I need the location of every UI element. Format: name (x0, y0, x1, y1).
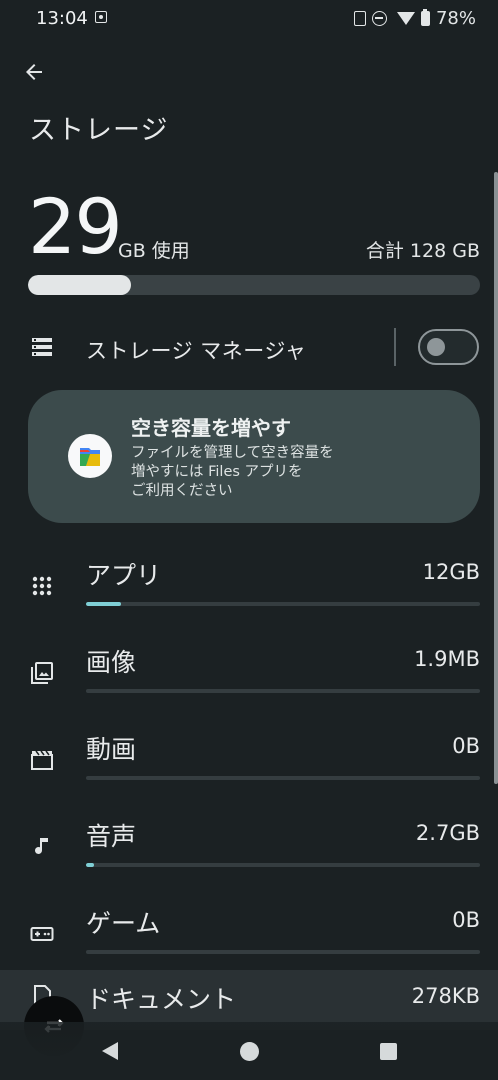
category-row-games[interactable]: ゲーム 0B (0, 894, 498, 981)
category-row-images[interactable]: 画像 1.9MB (0, 633, 498, 720)
category-value: 12GB (422, 560, 480, 584)
music-note-icon (35, 838, 48, 854)
category-value: 1.9MB (414, 647, 480, 671)
category-bar (86, 602, 480, 606)
category-bar (86, 776, 480, 780)
category-bar (86, 950, 480, 954)
free-up-space-description: ファイルを管理して空き容量を 増やすには Files アプリを ご利用ください (131, 445, 334, 499)
storage-manager-label[interactable]: ストレージ マネージャ (86, 335, 306, 365)
category-label: ドキュメント (86, 985, 237, 1014)
storage-usage-bar (28, 275, 480, 295)
category-bar (86, 689, 480, 693)
nav-back-icon[interactable] (102, 1042, 118, 1060)
battery-percent: 78% (435, 8, 476, 29)
divider (394, 328, 396, 366)
gamepad-icon (30, 927, 54, 941)
category-row-audio[interactable]: 音声 2.7GB (0, 807, 498, 894)
category-label: 動画 (86, 735, 137, 764)
category-label: ゲーム (86, 909, 161, 938)
category-bar-fill (86, 863, 94, 867)
battery-icon (420, 9, 430, 26)
category-label: アプリ (86, 561, 162, 590)
nav-recents-icon[interactable] (380, 1043, 397, 1060)
files-by-google-logo (68, 434, 112, 478)
status-time: 13:04 (36, 8, 88, 29)
status-icons: 78% (353, 8, 476, 29)
category-label: 音声 (86, 822, 137, 851)
storage-usage-fill (28, 275, 131, 295)
do-not-disturb-icon (371, 11, 387, 26)
image-icon (31, 662, 53, 684)
free-up-space-card[interactable]: 空き容量を増やす ファイルを管理して空き容量を 増やすには Files アプリを… (28, 390, 480, 523)
video-icon (31, 750, 53, 770)
status-bar: 13:04 78% (0, 0, 498, 38)
free-up-space-title: 空き容量を増やす (131, 416, 291, 440)
category-value: 0B (452, 734, 480, 758)
storage-list-icon (31, 336, 53, 358)
category-value: 2.7GB (415, 821, 480, 845)
arrow-back-icon (26, 64, 42, 80)
category-bar (86, 863, 480, 867)
used-storage-unit: GB 使用 (118, 240, 190, 262)
back-button[interactable] (22, 60, 46, 84)
total-storage-label: 合計 128 GB (365, 240, 480, 262)
toggle-knob (427, 338, 445, 356)
nav-home-icon[interactable] (240, 1042, 259, 1061)
category-row-videos[interactable]: 動画 0B (0, 720, 498, 807)
wifi-icon (396, 12, 415, 25)
used-storage-number: 29 (28, 182, 123, 271)
page-title: ストレージ (29, 115, 169, 146)
category-value: 0B (452, 908, 480, 932)
storage-manager-toggle[interactable] (418, 329, 479, 365)
notification-icon (95, 11, 107, 23)
apps-grid-icon (32, 576, 52, 596)
storage-screen: 13:04 78% ストレージ 29 GB 使用 合計 128 GB ストレージ… (0, 0, 498, 1080)
category-value: 278KB (411, 984, 480, 1008)
category-row-apps[interactable]: アプリ 12GB (0, 546, 498, 633)
category-bar-fill (86, 602, 122, 606)
system-nav-bar (0, 1022, 498, 1080)
category-label: 画像 (86, 648, 137, 677)
nfc-icon (353, 11, 366, 26)
